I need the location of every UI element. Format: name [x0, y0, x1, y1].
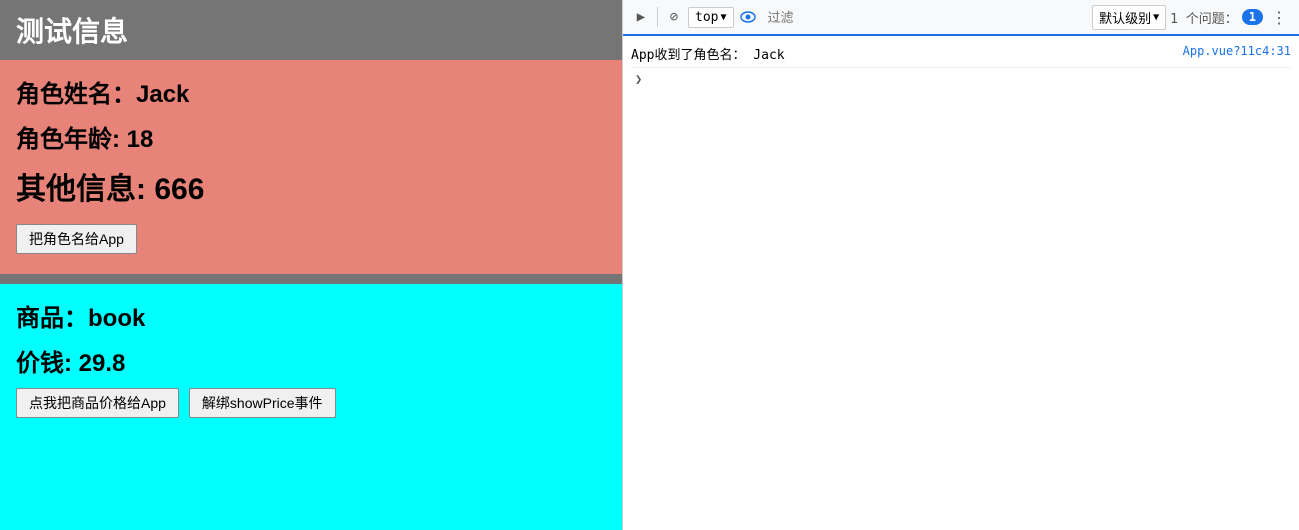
other-info-value: 666: [154, 173, 204, 206]
role-name-value: Jack: [136, 81, 189, 108]
expand-row: ❯: [631, 68, 1291, 90]
level-label: 默认级别: [1099, 8, 1151, 27]
role-age-label: 角色年龄:: [16, 126, 120, 153]
expand-arrow-icon[interactable]: ❯: [631, 70, 646, 88]
more-icon[interactable]: ⋮: [1267, 8, 1291, 27]
product-value: book: [88, 305, 145, 332]
eye-icon[interactable]: [738, 7, 758, 27]
block-icon[interactable]: ⊘: [664, 7, 684, 27]
unbind-button[interactable]: 解绑showPrice事件: [189, 388, 336, 418]
section-divider: [0, 274, 622, 284]
devtools-toolbar: ▶ ⊘ top ▼ 默认级别 ▼ 1 个问题： 1 ⋮: [623, 0, 1299, 36]
price-value: 29.8: [79, 350, 126, 377]
issue-badge: 1 个问题： 1: [1170, 8, 1263, 27]
role-name-label: 角色姓名：: [16, 81, 136, 108]
log-source[interactable]: App.vue?11c4:31: [1183, 44, 1291, 58]
give-name-button[interactable]: 把角色名给App: [16, 224, 137, 254]
other-info-line: 其他信息: 666: [16, 164, 606, 208]
issues-label: 1 个问题：: [1170, 8, 1238, 27]
product-label: 商品：: [16, 305, 88, 332]
log-entry-row: App收到了角色名： Jack App.vue?11c4:31: [631, 40, 1291, 68]
play-icon[interactable]: ▶: [631, 7, 651, 27]
price-line: 价钱: 29.8: [16, 343, 606, 378]
role-name-line: 角色姓名：Jack: [16, 74, 606, 109]
cyan-section: 商品：book 价钱: 29.8 点我把商品价格给App 解绑showPrice…: [0, 284, 622, 530]
level-chevron-icon: ▼: [1153, 12, 1159, 23]
page-title: 测试信息: [0, 0, 622, 60]
issues-count-bubble: 1: [1242, 9, 1263, 25]
top-select[interactable]: top ▼: [688, 7, 734, 28]
log-message: App收到了角色名： Jack: [631, 48, 785, 63]
role-age-value: 18: [127, 126, 154, 153]
devtools-content: App收到了角色名： Jack App.vue?11c4:31 ❯: [623, 36, 1299, 530]
filter-input[interactable]: [762, 8, 1089, 27]
log-text: App收到了角色名： Jack: [631, 44, 785, 63]
salmon-section: 角色姓名：Jack 角色年龄: 18 其他信息: 666 把角色名给App: [0, 60, 622, 274]
salmon-btn-row: 把角色名给App: [16, 224, 606, 254]
top-label: top: [695, 10, 718, 25]
level-select[interactable]: 默认级别 ▼: [1092, 5, 1166, 30]
left-panel: 测试信息 角色姓名：Jack 角色年龄: 18 其他信息: 666 把角色名给A…: [0, 0, 622, 530]
top-chevron-icon: ▼: [720, 12, 726, 23]
product-line: 商品：book: [16, 298, 606, 333]
cyan-btn-row: 点我把商品价格给App 解绑showPrice事件: [16, 388, 606, 418]
other-info-label: 其他信息:: [16, 173, 146, 206]
give-price-button[interactable]: 点我把商品价格给App: [16, 388, 179, 418]
price-label: 价钱:: [16, 350, 72, 377]
devtools-panel: ▶ ⊘ top ▼ 默认级别 ▼ 1 个问题： 1 ⋮: [622, 0, 1299, 530]
toolbar-sep-1: [657, 7, 658, 27]
role-age-line: 角色年龄: 18: [16, 119, 606, 154]
